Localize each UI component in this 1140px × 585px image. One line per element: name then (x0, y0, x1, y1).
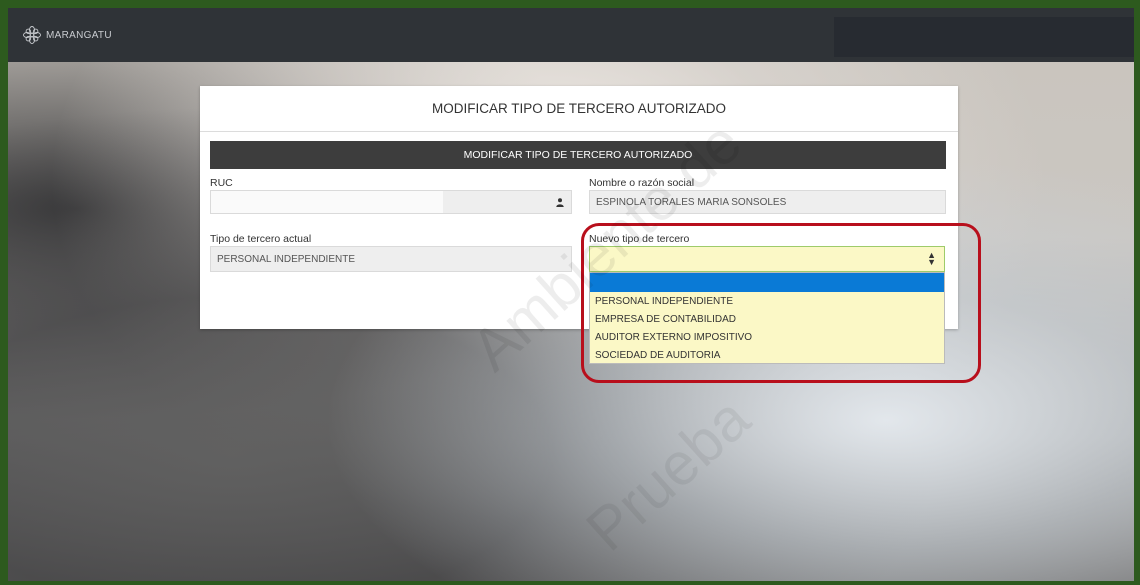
nombre-label: Nombre o razón social (589, 177, 695, 189)
ruc-field[interactable] (210, 190, 572, 214)
dropdown-option-personal-independiente[interactable]: PERSONAL INDEPENDIENTE (590, 292, 944, 310)
ruc-label: RUC (210, 177, 233, 189)
app-window: MARANGATU MODIFICAR TIPO DE TERCERO AUTO… (0, 0, 1140, 585)
dropdown-option-sociedad-auditoria[interactable]: SOCIEDAD DE AUDITORIA (590, 346, 944, 364)
top-navbar: MARANGATU (8, 8, 1134, 62)
page-title: MODIFICAR TIPO DE TERCERO AUTORIZADO (200, 86, 958, 132)
nuevo-tipo-label: Nuevo tipo de tercero (589, 233, 690, 245)
brand-logo[interactable]: MARANGATU (22, 25, 112, 45)
tipo-actual-label: Tipo de tercero actual (210, 233, 312, 245)
dropdown-option-empresa-contabilidad[interactable]: EMPRESA DE CONTABILIDAD (590, 310, 944, 328)
user-icon (556, 197, 564, 207)
nombre-field: ESPINOLA TORALES MARIA SONSOLES (589, 190, 946, 214)
nuevo-tipo-dropdown[interactable]: PERSONAL INDEPENDIENTE EMPRESA DE CONTAB… (589, 272, 945, 364)
section-title-bar: MODIFICAR TIPO DE TERCERO AUTORIZADO (210, 141, 946, 169)
watermark-line2: Prueba (573, 384, 763, 564)
ruc-input[interactable] (211, 191, 443, 213)
flower-logo-icon (23, 26, 41, 44)
dropdown-option-auditor-externo[interactable]: AUDITOR EXTERNO IMPOSITIVO (590, 328, 944, 346)
user-menu-area[interactable] (834, 17, 1134, 57)
sort-arrows-icon: ▲ ▼ (927, 250, 936, 267)
ruc-addon (550, 190, 570, 214)
nuevo-tipo-select[interactable]: ▲ ▼ (589, 246, 945, 272)
brand-name: MARANGATU (46, 29, 112, 41)
tipo-actual-field: PERSONAL INDEPENDIENTE (210, 246, 572, 272)
dropdown-option-empty[interactable] (590, 273, 944, 292)
form-panel: MODIFICAR TIPO DE TERCERO AUTORIZADO MOD… (200, 86, 958, 364)
